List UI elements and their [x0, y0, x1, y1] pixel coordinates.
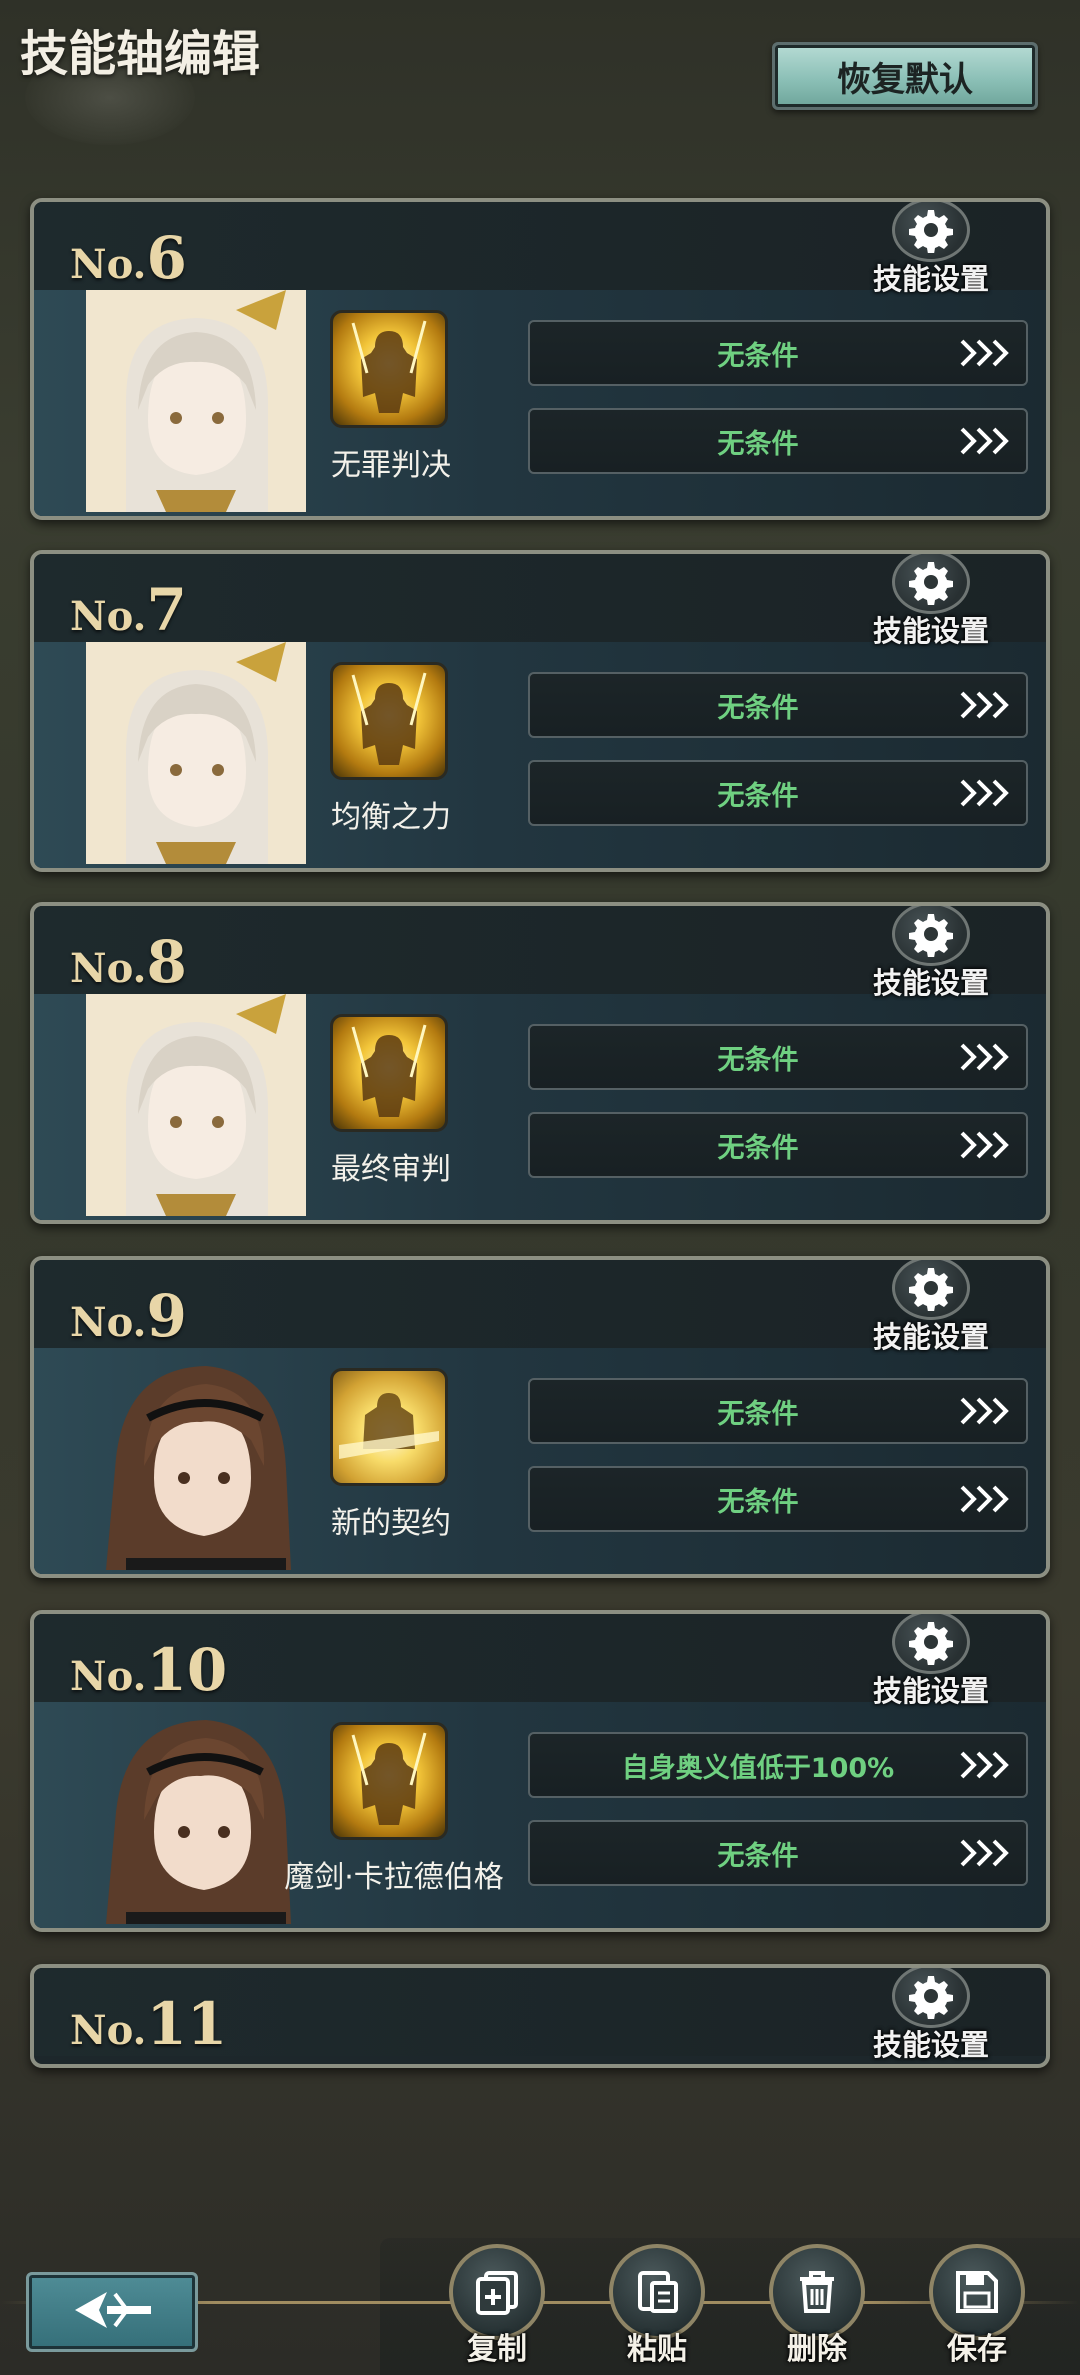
gear-icon: [892, 1260, 970, 1320]
paste-label: 粘贴: [627, 2332, 687, 2367]
condition-text: 无条件: [717, 1044, 799, 1076]
skill-settings-label: 技能设置: [872, 1320, 989, 1354]
condition-row[interactable]: 无条件: [528, 1466, 1028, 1532]
skill-settings-label: 技能设置: [872, 966, 989, 1000]
back-button[interactable]: [26, 2272, 198, 2352]
character-portrait: [86, 642, 306, 864]
triple-chevron-right-icon: [946, 685, 1026, 725]
condition-row[interactable]: 无条件: [528, 1024, 1028, 1090]
skill-name: 最终审判: [331, 1152, 451, 1187]
condition-text: 无条件: [717, 428, 799, 460]
gear-icon: [892, 554, 970, 614]
save-label: 保存: [947, 2332, 1007, 2367]
condition-text: 无条件: [717, 692, 799, 724]
skill-name: 魔剑·卡拉德伯格: [284, 1860, 504, 1895]
triple-chevron-right-icon: [946, 1391, 1026, 1431]
skill-card-9: No.9 新的契约 无条件 无条件 技能设置: [30, 1256, 1050, 1578]
condition-text: 无条件: [717, 340, 799, 372]
gear-icon: [892, 1968, 970, 2028]
condition-row[interactable]: 无条件: [528, 1112, 1028, 1178]
card-number: No.11: [70, 1990, 228, 2058]
delete-label: 删除: [787, 2332, 847, 2367]
skill-card-10: No.10 魔剑·卡拉德伯格 自身奥义值低于100% 无条件 技能设置: [30, 1610, 1050, 1932]
gear-icon: [892, 202, 970, 262]
triple-chevron-right-icon: [946, 333, 1026, 373]
paste-button[interactable]: 粘贴: [602, 2244, 712, 2372]
triple-chevron-right-icon: [946, 1479, 1026, 1519]
copy-button[interactable]: 复制: [442, 2244, 552, 2372]
gear-icon: [892, 1614, 970, 1674]
skill-card-8: No.8 最终审判 无条件 无条件 技能设置: [30, 902, 1050, 1224]
skill-name: 无罪判决: [331, 448, 451, 483]
card-number: No.6: [70, 224, 187, 292]
gear-icon: [892, 906, 970, 966]
skill-name: 均衡之力: [331, 800, 451, 835]
triple-chevron-right-icon: [946, 421, 1026, 461]
condition-row[interactable]: 无条件: [528, 760, 1028, 826]
condition-text: 无条件: [717, 1486, 799, 1518]
skill-card-11: No.11 技能设置: [30, 1964, 1050, 2068]
skill-settings-button[interactable]: 技能设置: [846, 1614, 1016, 1710]
skill-settings-label: 技能设置: [872, 1674, 989, 1708]
skill-icon[interactable]: [330, 310, 448, 428]
skill-icon[interactable]: [330, 1722, 448, 1840]
triple-chevron-right-icon: [946, 1037, 1026, 1077]
copy-label: 复制: [467, 2332, 527, 2367]
condition-row[interactable]: 自身奥义值低于100%: [528, 1732, 1028, 1798]
card-number: No.7: [70, 576, 187, 644]
triple-chevron-right-icon: [946, 773, 1026, 813]
skill-icon[interactable]: [330, 662, 448, 780]
reset-default-button[interactable]: 恢复默认: [772, 42, 1038, 110]
skill-settings-button[interactable]: 技能设置: [846, 1260, 1016, 1356]
triple-chevron-right-icon: [946, 1125, 1026, 1165]
triple-chevron-right-icon: [946, 1833, 1026, 1873]
character-portrait: [86, 290, 306, 512]
skill-settings-button[interactable]: 技能设置: [846, 1968, 1016, 2064]
page-title: 技能轴编辑: [20, 26, 261, 82]
condition-row[interactable]: 无条件: [528, 1820, 1028, 1886]
card-number: No.8: [70, 928, 187, 996]
skill-settings-button[interactable]: 技能设置: [846, 202, 1016, 298]
skill-settings-label: 技能设置: [872, 262, 989, 296]
skill-settings-label: 技能设置: [872, 2028, 989, 2062]
condition-text: 无条件: [717, 1132, 799, 1164]
condition-text: 无条件: [717, 1840, 799, 1872]
triple-chevron-right-icon: [946, 1745, 1026, 1785]
skill-settings-button[interactable]: 技能设置: [846, 906, 1016, 1002]
character-portrait: [86, 1348, 306, 1570]
condition-row[interactable]: 无条件: [528, 408, 1028, 474]
card-number: No.9: [70, 1282, 187, 1350]
skill-settings-label: 技能设置: [872, 614, 989, 648]
skill-settings-button[interactable]: 技能设置: [846, 554, 1016, 650]
delete-button[interactable]: 删除: [762, 2244, 872, 2372]
condition-row[interactable]: 无条件: [528, 1378, 1028, 1444]
condition-text: 无条件: [717, 1398, 799, 1430]
condition-row[interactable]: 无条件: [528, 672, 1028, 738]
character-portrait: [86, 994, 306, 1216]
skill-icon[interactable]: [330, 1014, 448, 1132]
card-number: No.10: [70, 1636, 228, 1704]
skill-icon[interactable]: [330, 1368, 448, 1486]
back-arrow-icon: [67, 2288, 157, 2336]
condition-text: 自身奥义值低于100%: [621, 1752, 895, 1784]
condition-text: 无条件: [717, 780, 799, 812]
skill-card-7: No.7 均衡之力 无条件 无条件 技能设置: [30, 550, 1050, 872]
condition-row[interactable]: 无条件: [528, 320, 1028, 386]
skill-name: 新的契约: [331, 1506, 451, 1541]
save-button[interactable]: 保存: [922, 2244, 1032, 2372]
skill-card-6: No.6 无罪判决 无条件 无条件 技能设置: [30, 198, 1050, 520]
